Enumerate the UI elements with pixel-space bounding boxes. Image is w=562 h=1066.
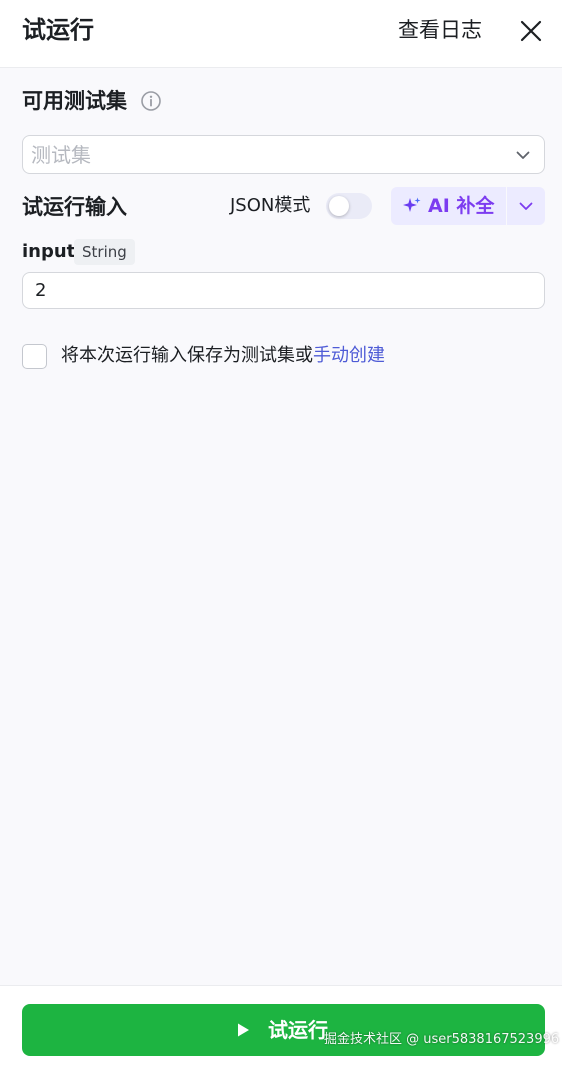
testset-select-placeholder: 测试集 bbox=[31, 143, 91, 167]
testset-select[interactable]: 测试集 bbox=[22, 135, 545, 174]
ai-complete-button[interactable]: AI 补全 bbox=[391, 187, 506, 225]
save-testset-checkbox[interactable] bbox=[22, 344, 47, 369]
watermark: 掘金技术社区 @ user5838167523996 bbox=[324, 1032, 560, 1047]
sparkle-icon bbox=[403, 197, 421, 212]
json-mode-label: JSON模式 bbox=[230, 195, 311, 216]
run-input-label: 试运行输入 bbox=[22, 195, 127, 219]
view-logs-button[interactable]: 查看日志 bbox=[398, 14, 482, 46]
testset-label: 可用测试集 bbox=[22, 89, 127, 113]
param-type-badge: String bbox=[74, 239, 135, 265]
play-icon bbox=[238, 1023, 249, 1037]
save-testset-text: 将本次运行输入保存为测试集或手动创建 bbox=[61, 342, 385, 370]
ai-complete-dropdown[interactable] bbox=[507, 187, 545, 225]
panel-header: 试运行 查看日志 bbox=[0, 0, 562, 68]
close-icon[interactable] bbox=[517, 17, 545, 45]
run-button-label: 试运行 bbox=[268, 1018, 328, 1042]
param-value-input[interactable]: 2 bbox=[22, 272, 545, 309]
param-name: input bbox=[22, 241, 76, 262]
manual-create-link[interactable]: 手动创建 bbox=[313, 345, 385, 366]
panel-title: 试运行 bbox=[22, 16, 94, 44]
json-mode-toggle[interactable] bbox=[326, 193, 372, 219]
chevron-down-icon bbox=[516, 151, 530, 159]
ai-complete-label: AI 补全 bbox=[428, 195, 495, 217]
save-testset-label: 将本次运行输入保存为测试集或 bbox=[61, 345, 313, 366]
toggle-knob bbox=[329, 196, 349, 216]
info-icon[interactable] bbox=[140, 90, 162, 112]
test-run-panel: 试运行 查看日志 可用测试集 测试集 试运行输入 JSON模式 AI 补全 in… bbox=[0, 0, 562, 1066]
chevron-down-icon bbox=[519, 202, 533, 210]
